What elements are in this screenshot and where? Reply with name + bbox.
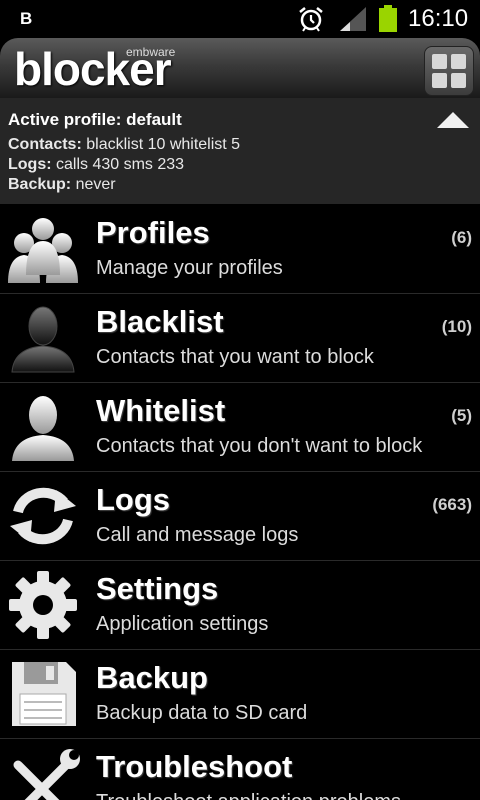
menu-item-title: Logs: [96, 482, 171, 517]
whitelist-icon: [12, 396, 74, 461]
grid-icon: [432, 54, 447, 69]
menu-item-settings[interactable]: Settings Application settings: [0, 561, 480, 650]
logs-line: Logs: calls 430 sms 233: [8, 156, 184, 174]
menu-item-title: Blacklist: [96, 304, 224, 339]
battery-icon: [379, 5, 397, 32]
collapse-arrow-icon[interactable]: [436, 110, 470, 130]
blacklist-icon: [11, 306, 75, 373]
menu-item-count: (5): [451, 406, 472, 425]
menu-item-backup[interactable]: Backup Backup data to SD card: [0, 650, 480, 739]
menu-item-count: (6): [451, 228, 472, 247]
menu-item-profiles[interactable]: Profiles Manage your profiles (6): [0, 205, 480, 294]
menu-item-title: Profiles: [96, 215, 210, 250]
contacts-value: blacklist 10 whitelist 5: [86, 136, 241, 153]
status-time: 16:10: [408, 5, 469, 32]
status-left-text: B: [20, 9, 33, 28]
menu-item-subtitle: Contacts that you don't want to block: [96, 435, 423, 457]
grid-icon-cell: [451, 54, 466, 69]
menu-item-troubleshoot[interactable]: Troubleshoot Troubleshoot application pr…: [0, 739, 480, 800]
menu-item-subtitle: Call and message logs: [96, 524, 299, 546]
signal-icon: [340, 7, 366, 31]
menu-item-count: (10): [441, 317, 472, 336]
active-profile-value: default: [126, 110, 182, 129]
menu-item-subtitle: Manage your profiles: [96, 257, 283, 279]
contacts-line: Contacts: blacklist 10 whitelist 5: [8, 136, 240, 154]
menu-item-title: Settings: [96, 571, 219, 606]
grid-icon-cell: [432, 73, 447, 88]
backup-line: Backup: never: [8, 176, 116, 194]
menu-item-count: (663): [432, 495, 472, 514]
menu-item-subtitle: Troubleshoot application problems: [96, 791, 401, 800]
menu-item-title: Whitelist: [96, 393, 226, 428]
troubleshoot-icon: [13, 749, 80, 800]
app-title: blocker: [14, 43, 172, 95]
active-profile-panel[interactable]: Active profile: default Contacts: blackl…: [0, 98, 480, 204]
active-profile-line: Active profile: default: [8, 110, 182, 130]
settings-icon: [9, 571, 77, 639]
menu-item-title: Troubleshoot: [96, 749, 293, 784]
menu-item-whitelist[interactable]: Whitelist Contacts that you don't want t…: [0, 383, 480, 472]
alarm-icon: [299, 7, 323, 32]
backup-label: Backup:: [8, 176, 72, 193]
menu-item-logs[interactable]: Logs Call and message logs (663): [0, 472, 480, 561]
contacts-label: Contacts:: [8, 136, 82, 153]
menu-item-subtitle: Contacts that you want to block: [96, 346, 374, 368]
app-header: embware blocker: [0, 38, 480, 99]
logs-label: Logs:: [8, 156, 52, 173]
active-profile-label: Active profile:: [8, 110, 122, 129]
status-bar: B 16:10: [0, 0, 480, 38]
menu-item-subtitle: Application settings: [96, 613, 269, 635]
backup-value: never: [75, 176, 116, 193]
main-menu-list: Profiles Manage your profiles (6) Blackl…: [0, 205, 480, 800]
logs-value: calls 430 sms 233: [56, 156, 185, 173]
menu-item-subtitle: Backup data to SD card: [96, 702, 308, 724]
backup-icon: [12, 662, 76, 726]
logs-icon: [10, 487, 76, 545]
menu-item-blacklist[interactable]: Blacklist Contacts that you want to bloc…: [0, 294, 480, 383]
menu-item-title: Backup: [96, 660, 208, 695]
profiles-icon: [8, 218, 78, 283]
grid-menu-button[interactable]: [424, 46, 474, 96]
grid-icon-cell: [451, 73, 466, 88]
